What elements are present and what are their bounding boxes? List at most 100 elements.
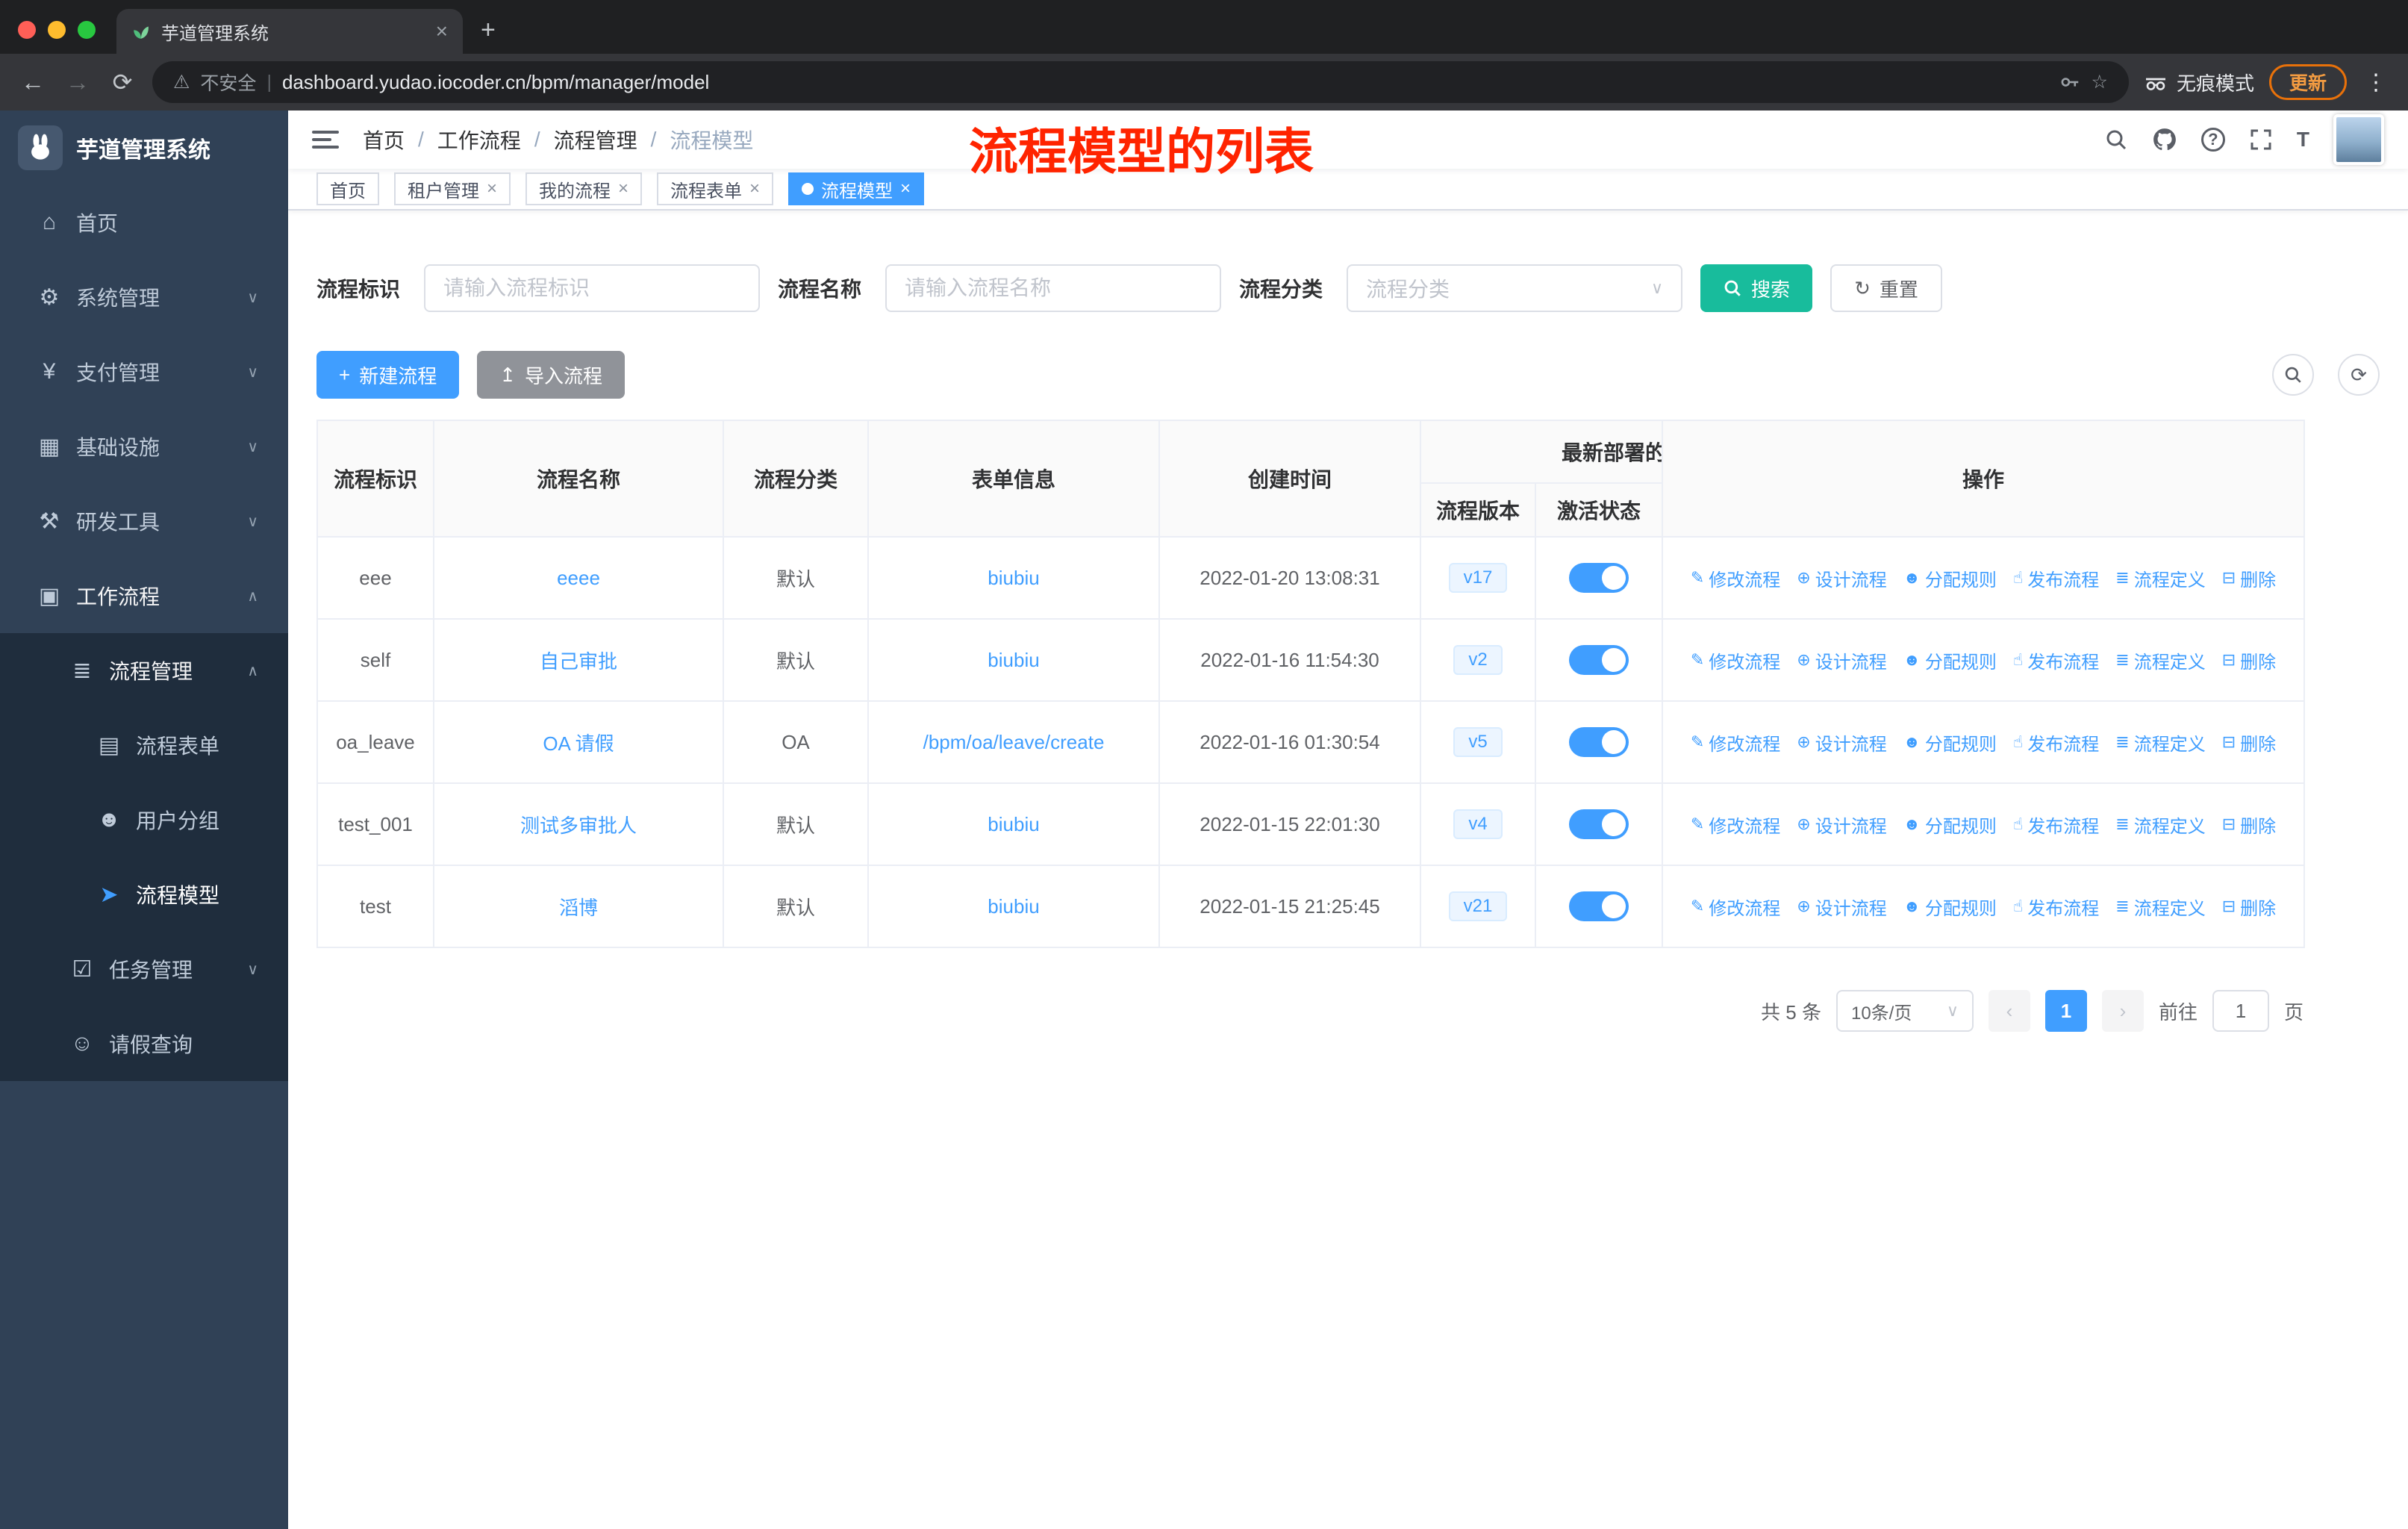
next-page-button[interactable]: ›	[2101, 990, 2144, 1032]
delete-action[interactable]: ⊟ 删除	[2222, 647, 2276, 673]
tab-close-icon[interactable]: ×	[436, 19, 448, 43]
process-name-link[interactable]: 自己审批	[540, 650, 617, 673]
process-name-input[interactable]	[885, 264, 1222, 312]
process-definition-action[interactable]: ≣ 流程定义	[2115, 729, 2205, 756]
sidebar-item-process-manage[interactable]: ≣ 流程管理 ∧	[0, 633, 288, 708]
process-name-link[interactable]: 测试多审批人	[520, 815, 637, 837]
publish-process-action[interactable]: ☝ 发布流程	[2013, 812, 2099, 838]
category-select[interactable]: 流程分类 ∨	[1347, 264, 1683, 312]
design-process-action[interactable]: ⊕ 设计流程	[1797, 812, 1886, 838]
process-name-link[interactable]: OA 请假	[543, 732, 614, 755]
goto-page-input[interactable]	[2212, 990, 2269, 1032]
browser-menu-icon[interactable]: ⋮	[2362, 69, 2390, 96]
github-icon[interactable]	[2152, 127, 2177, 152]
search-button[interactable]: 搜索	[1700, 264, 1813, 312]
modify-process-action[interactable]: ✎ 修改流程	[1691, 647, 1780, 673]
new-tab-button[interactable]: +	[481, 16, 496, 45]
traffic-light-close[interactable]	[18, 21, 36, 39]
search-icon[interactable]	[2104, 128, 2128, 152]
security-label[interactable]: 不安全	[200, 69, 256, 96]
address-bar[interactable]: ⚠ 不安全 | dashboard.yudao.iocoder.cn/bpm/m…	[152, 61, 2129, 103]
sidebar-item-process-form[interactable]: ▤ 流程表单	[0, 708, 288, 782]
active-toggle[interactable]	[1569, 727, 1629, 757]
import-process-button[interactable]: ↥ 导入流程	[477, 351, 626, 399]
prev-page-button[interactable]: ‹	[1988, 990, 2030, 1032]
sidebar-item-workflow[interactable]: ▣ 工作流程 ∧	[0, 558, 288, 633]
create-process-button[interactable]: + 新建流程	[316, 351, 460, 399]
form-info-link[interactable]: biubiu	[988, 567, 1039, 589]
design-process-action[interactable]: ⊕ 设计流程	[1797, 894, 1886, 920]
reset-button[interactable]: ↻ 重置	[1830, 264, 1942, 312]
design-process-action[interactable]: ⊕ 设计流程	[1797, 729, 1886, 756]
process-id-input[interactable]	[424, 264, 761, 312]
user-avatar[interactable]	[2333, 114, 2384, 165]
publish-process-action[interactable]: ☝ 发布流程	[2013, 565, 2099, 591]
modify-process-action[interactable]: ✎ 修改流程	[1691, 565, 1780, 591]
active-toggle[interactable]	[1569, 891, 1629, 921]
current-page-button[interactable]: 1	[2044, 990, 2087, 1032]
breadcrumb-process-manage[interactable]: 流程管理	[554, 125, 637, 155]
active-toggle[interactable]	[1569, 563, 1629, 593]
process-name-link[interactable]: 滔博	[559, 897, 598, 919]
process-definition-action[interactable]: ≣ 流程定义	[2115, 894, 2205, 920]
sidebar-item-leave-query[interactable]: ☺ 请假查询	[0, 1006, 288, 1081]
modify-process-action[interactable]: ✎ 修改流程	[1691, 729, 1780, 756]
modify-process-action[interactable]: ✎ 修改流程	[1691, 812, 1780, 838]
sidebar-item-payment[interactable]: ¥ 支付管理 ∨	[0, 334, 288, 409]
sidebar-item-infrastructure[interactable]: ▦ 基础设施 ∨	[0, 409, 288, 484]
update-button[interactable]: 更新	[2268, 64, 2347, 100]
sidebar-item-home[interactable]: ⌂ 首页	[0, 185, 288, 260]
process-definition-action[interactable]: ≣ 流程定义	[2115, 647, 2205, 673]
assign-rule-action[interactable]: ☻ 分配规则	[1903, 647, 1997, 673]
breadcrumb-home[interactable]: 首页	[363, 125, 405, 155]
publish-process-action[interactable]: ☝ 发布流程	[2013, 647, 2099, 673]
sidebar-item-process-model[interactable]: ➤ 流程模型	[0, 857, 288, 932]
active-toggle[interactable]	[1569, 645, 1629, 675]
close-icon[interactable]: ×	[900, 178, 911, 199]
table-search-toggle-button[interactable]	[2272, 354, 2314, 396]
delete-action[interactable]: ⊟ 删除	[2222, 812, 2276, 838]
traffic-light-zoom[interactable]	[78, 21, 96, 39]
tag-tenant-manage[interactable]: 租户管理 ×	[394, 172, 511, 205]
fullscreen-icon[interactable]	[2249, 128, 2273, 152]
table-refresh-button[interactable]: ⟳	[2338, 354, 2380, 396]
tag-my-process[interactable]: 我的流程 ×	[525, 172, 643, 205]
design-process-action[interactable]: ⊕ 设计流程	[1797, 565, 1886, 591]
font-size-icon[interactable]: T	[2297, 128, 2309, 152]
publish-process-action[interactable]: ☝ 发布流程	[2013, 894, 2099, 920]
assign-rule-action[interactable]: ☻ 分配规则	[1903, 565, 1997, 591]
delete-action[interactable]: ⊟ 删除	[2222, 729, 2276, 756]
password-key-icon[interactable]	[2059, 71, 2081, 93]
tag-process-model[interactable]: 流程模型 ×	[788, 172, 925, 205]
tag-process-form[interactable]: 流程表单 ×	[657, 172, 774, 205]
form-info-link[interactable]: biubiu	[988, 813, 1039, 835]
help-icon[interactable]: ?	[2200, 128, 2225, 152]
assign-rule-action[interactable]: ☻ 分配规则	[1903, 894, 1997, 920]
close-icon[interactable]: ×	[749, 178, 760, 199]
page-size-select[interactable]: 10条/页 ∨	[1835, 990, 1974, 1032]
reload-icon[interactable]: ⟳	[107, 68, 137, 96]
sidebar-item-devtools[interactable]: ⚒ 研发工具 ∨	[0, 484, 288, 558]
forward-icon[interactable]: →	[63, 69, 93, 96]
tag-home[interactable]: 首页	[316, 172, 379, 205]
publish-process-action[interactable]: ☝ 发布流程	[2013, 729, 2099, 756]
star-icon[interactable]: ☆	[2092, 71, 2108, 93]
hamburger-icon[interactable]	[312, 131, 339, 149]
active-toggle[interactable]	[1569, 809, 1629, 839]
form-info-link[interactable]: biubiu	[988, 895, 1039, 918]
assign-rule-action[interactable]: ☻ 分配规则	[1903, 729, 1997, 756]
delete-action[interactable]: ⊟ 删除	[2222, 894, 2276, 920]
close-icon[interactable]: ×	[487, 178, 497, 199]
process-definition-action[interactable]: ≣ 流程定义	[2115, 565, 2205, 591]
back-icon[interactable]: ←	[18, 69, 48, 96]
modify-process-action[interactable]: ✎ 修改流程	[1691, 894, 1780, 920]
delete-action[interactable]: ⊟ 删除	[2222, 565, 2276, 591]
close-icon[interactable]: ×	[618, 178, 628, 199]
sidebar-item-task-manage[interactable]: ☑ 任务管理 ∨	[0, 932, 288, 1006]
browser-tab[interactable]: 芋道管理系统 ×	[116, 9, 463, 54]
assign-rule-action[interactable]: ☻ 分配规则	[1903, 812, 1997, 838]
sidebar-item-system[interactable]: ⚙ 系统管理 ∨	[0, 260, 288, 334]
design-process-action[interactable]: ⊕ 设计流程	[1797, 647, 1886, 673]
form-info-link[interactable]: /bpm/oa/leave/create	[923, 731, 1105, 753]
form-info-link[interactable]: biubiu	[988, 649, 1039, 671]
